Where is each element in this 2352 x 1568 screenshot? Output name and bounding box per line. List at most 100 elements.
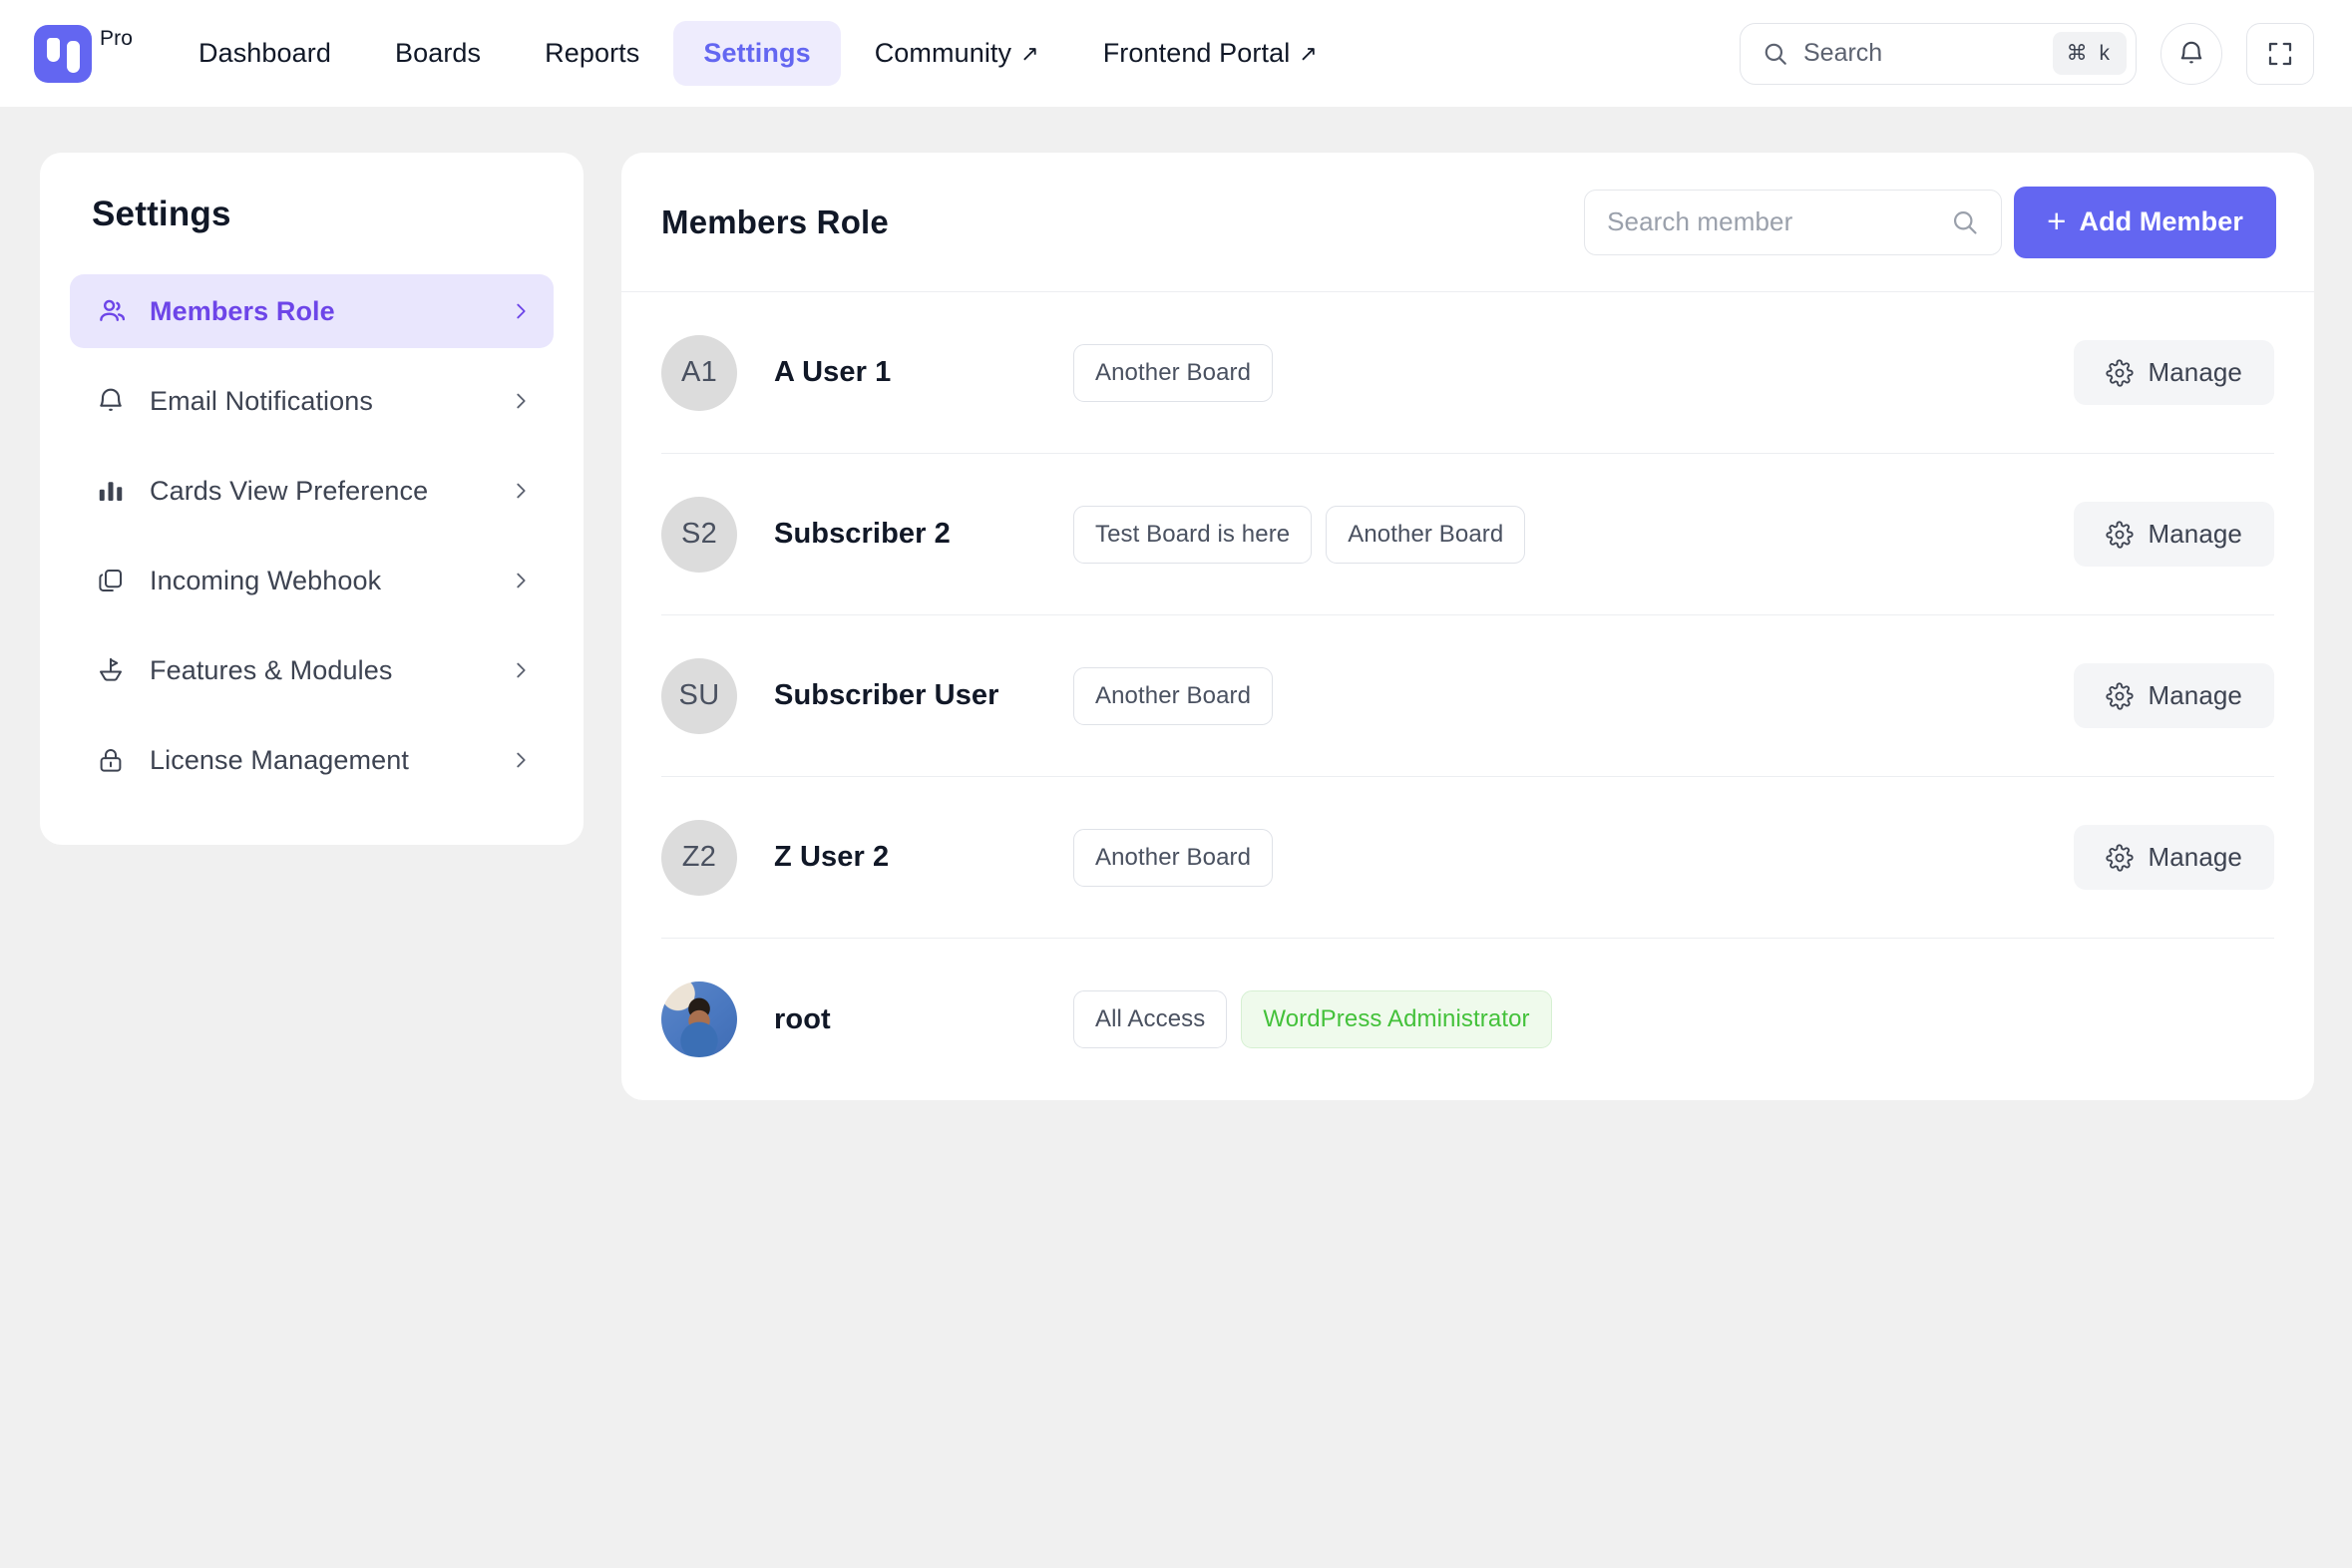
member-search-placeholder: Search member bbox=[1607, 206, 1951, 237]
lock-icon bbox=[94, 743, 128, 777]
row-actions: Manage bbox=[2074, 825, 2274, 890]
chevron-right-icon bbox=[510, 300, 532, 322]
page-title: Members Role bbox=[661, 203, 889, 241]
chevron-right-icon bbox=[510, 480, 532, 502]
sidebar-item-email-notifications[interactable]: Email Notifications bbox=[70, 364, 554, 438]
manage-button[interactable]: Manage bbox=[2074, 340, 2274, 405]
member-name: A User 1 bbox=[774, 356, 1073, 389]
top-bar-actions: Search ⌘ k bbox=[1740, 23, 2314, 85]
add-member-button[interactable]: + Add Member bbox=[2014, 187, 2276, 258]
avatar: Z2 bbox=[661, 820, 737, 896]
logo-bar-right bbox=[67, 41, 80, 73]
sidebar-item-label: License Management bbox=[150, 745, 510, 776]
search-icon bbox=[1951, 208, 1979, 236]
chevron-right-icon bbox=[510, 749, 532, 771]
fullscreen-icon bbox=[2265, 39, 2295, 69]
nav-label: Community bbox=[875, 38, 1011, 69]
notifications-button[interactable] bbox=[2160, 23, 2222, 85]
sidebar-item-label: Features & Modules bbox=[150, 655, 510, 686]
manage-label: Manage bbox=[2148, 842, 2242, 873]
board-chip[interactable]: Test Board is here bbox=[1073, 506, 1312, 564]
avatar: A1 bbox=[661, 335, 737, 411]
board-chips: Another Board bbox=[1073, 829, 1273, 887]
manage-button[interactable]: Manage bbox=[2074, 663, 2274, 728]
board-chip[interactable]: Another Board bbox=[1326, 506, 1525, 564]
table-row[interactable]: A1 A User 1 Another Board Manage bbox=[661, 292, 2274, 454]
board-chip[interactable]: Another Board bbox=[1073, 829, 1273, 887]
brand-logo[interactable]: Pro bbox=[34, 25, 133, 83]
sailboat-icon bbox=[94, 653, 128, 687]
users-icon bbox=[94, 294, 128, 328]
member-search-input[interactable]: Search member bbox=[1584, 190, 2002, 255]
table-row[interactable]: S2 Subscriber 2 Test Board is here Anoth… bbox=[661, 454, 2274, 615]
sidebar-title: Settings bbox=[70, 195, 554, 234]
search-shortcut-badge: ⌘ k bbox=[2053, 32, 2127, 75]
sidebar-item-members-role[interactable]: Members Role bbox=[70, 274, 554, 348]
gear-icon bbox=[2106, 844, 2134, 872]
row-actions: Manage bbox=[2074, 340, 2274, 405]
nav-label: Boards bbox=[395, 38, 481, 69]
manage-button[interactable]: Manage bbox=[2074, 825, 2274, 890]
nav-item-frontend-portal[interactable]: Frontend Portal ↗ bbox=[1073, 21, 1348, 86]
nav-label: Reports bbox=[545, 38, 639, 69]
external-link-icon: ↗ bbox=[1020, 43, 1039, 65]
members-list: A1 A User 1 Another Board Manage bbox=[621, 292, 2314, 1100]
sidebar-item-features-modules[interactable]: Features & Modules bbox=[70, 633, 554, 707]
chevron-right-icon bbox=[510, 659, 532, 681]
global-search-placeholder: Search bbox=[1803, 39, 2053, 68]
sidebar-item-label: Cards View Preference bbox=[150, 476, 510, 507]
table-row[interactable]: Z2 Z User 2 Another Board Manage bbox=[661, 777, 2274, 939]
table-row[interactable]: SU Subscriber User Another Board Manage bbox=[661, 615, 2274, 777]
nav-item-boards[interactable]: Boards bbox=[365, 21, 511, 86]
chevron-right-icon bbox=[510, 390, 532, 412]
gear-icon bbox=[2106, 521, 2134, 549]
avatar: S2 bbox=[661, 497, 737, 573]
panel-header: Members Role Search member + Add Member bbox=[621, 153, 2314, 292]
board-chip[interactable]: Another Board bbox=[1073, 344, 1273, 402]
board-chip[interactable]: Another Board bbox=[1073, 667, 1273, 725]
nav-item-dashboard[interactable]: Dashboard bbox=[169, 21, 361, 86]
nav-item-reports[interactable]: Reports bbox=[515, 21, 669, 86]
chevron-right-icon bbox=[510, 570, 532, 591]
bell-icon bbox=[94, 384, 128, 418]
table-row[interactable]: root All Access WordPress Administrator bbox=[661, 939, 2274, 1100]
bell-icon bbox=[2176, 39, 2206, 69]
manage-label: Manage bbox=[2148, 519, 2242, 550]
board-chips: Another Board bbox=[1073, 667, 1273, 725]
top-navigation-bar: Pro Dashboard Boards Reports Settings Co… bbox=[0, 0, 2352, 107]
sidebar-item-incoming-webhook[interactable]: Incoming Webhook bbox=[70, 544, 554, 617]
nav-label: Settings bbox=[703, 38, 810, 69]
global-search[interactable]: Search ⌘ k bbox=[1740, 23, 2137, 85]
gear-icon bbox=[2106, 682, 2134, 710]
board-chips: Test Board is here Another Board bbox=[1073, 506, 1525, 564]
logo-bar-left bbox=[47, 38, 60, 62]
page-content: Settings Members Role bbox=[0, 107, 2352, 1100]
panel-header-actions: Search member + Add Member bbox=[1584, 187, 2276, 258]
row-actions bbox=[2273, 1019, 2274, 1020]
members-role-panel: Members Role Search member + Add Member bbox=[621, 153, 2314, 1100]
board-chips: Another Board bbox=[1073, 344, 1273, 402]
nav-item-community[interactable]: Community ↗ bbox=[845, 21, 1069, 86]
manage-label: Manage bbox=[2148, 680, 2242, 711]
board-chips: All Access WordPress Administrator bbox=[1073, 990, 1552, 1048]
member-name: Z User 2 bbox=[774, 841, 1073, 874]
row-actions: Manage bbox=[2074, 502, 2274, 567]
add-member-label: Add Member bbox=[2079, 206, 2243, 237]
external-link-icon: ↗ bbox=[1299, 43, 1318, 65]
board-chip[interactable]: All Access bbox=[1073, 990, 1227, 1048]
avatar bbox=[661, 981, 737, 1057]
manage-label: Manage bbox=[2148, 357, 2242, 388]
app-logo-icon bbox=[34, 25, 92, 83]
row-actions: Manage bbox=[2074, 663, 2274, 728]
manage-button[interactable]: Manage bbox=[2074, 502, 2274, 567]
settings-sidebar: Settings Members Role bbox=[40, 153, 584, 845]
nav-item-settings[interactable]: Settings bbox=[673, 21, 840, 86]
main-nav: Dashboard Boards Reports Settings Commun… bbox=[169, 21, 1348, 86]
plus-icon: + bbox=[2047, 204, 2066, 237]
nav-label: Frontend Portal bbox=[1103, 38, 1291, 69]
sidebar-item-license-management[interactable]: License Management bbox=[70, 723, 554, 797]
member-name: Subscriber 2 bbox=[774, 518, 1073, 551]
sidebar-item-cards-view-preference[interactable]: Cards View Preference bbox=[70, 454, 554, 528]
fullscreen-button[interactable] bbox=[2246, 23, 2314, 85]
sidebar-item-label: Email Notifications bbox=[150, 386, 510, 417]
